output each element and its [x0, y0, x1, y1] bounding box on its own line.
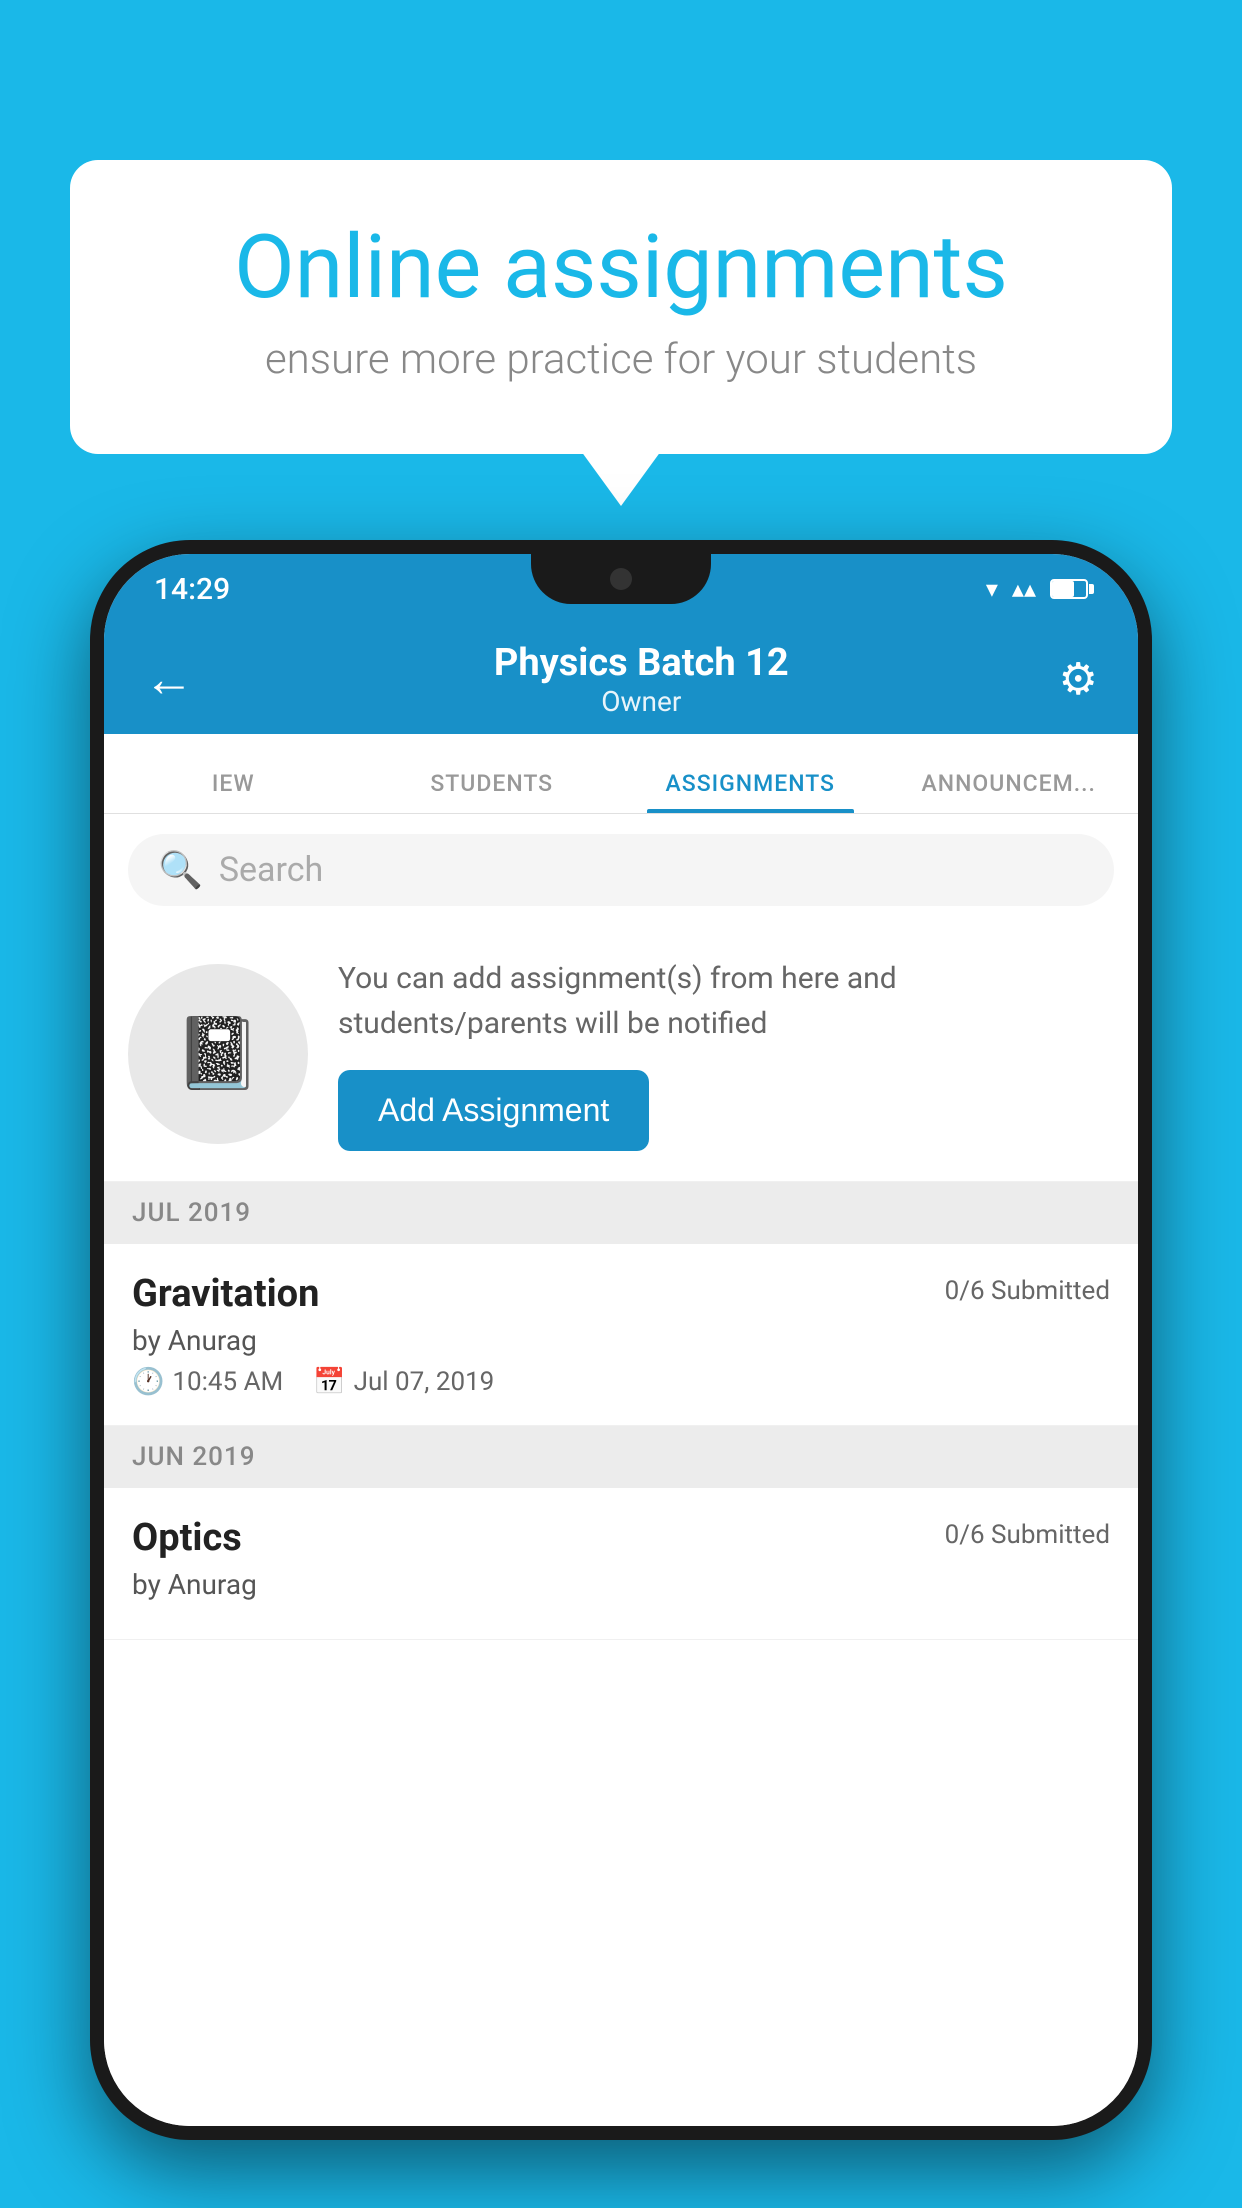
status-bar: 14:29 ▾ ▴▴ [104, 554, 1138, 624]
assignment-icon-circle: 📓 [128, 964, 308, 1144]
tab-students[interactable]: STUDENTS [363, 770, 622, 813]
tab-assignments[interactable]: ASSIGNMENTS [621, 770, 880, 813]
phone-screen: 14:29 ▾ ▴▴ ← Physics Batch 12 Owner ⚙ [104, 554, 1138, 2126]
assignment-submitted-optics: 0/6 Submitted [945, 1520, 1110, 1550]
phone-notch [531, 554, 711, 604]
speech-bubble-title: Online assignments [150, 220, 1092, 317]
assignment-item-header: Gravitation 0/6 Submitted [132, 1272, 1110, 1316]
phone-device: 14:29 ▾ ▴▴ ← Physics Batch 12 Owner ⚙ [90, 540, 1152, 2208]
status-icons: ▾ ▴▴ [986, 575, 1088, 603]
back-button[interactable]: ← [144, 650, 194, 709]
tabs-bar: IEW STUDENTS ASSIGNMENTS ANNOUNCEM... [104, 734, 1138, 814]
assignment-item-header-optics: Optics 0/6 Submitted [132, 1516, 1110, 1560]
assignment-name-optics: Optics [132, 1516, 242, 1560]
meta-date: 📅 Jul 07, 2019 [313, 1367, 494, 1397]
content-area: 🔍 Search 📓 You can add assignment(s) fro… [104, 814, 1138, 2126]
app-bar-title-area: Physics Batch 12 Owner [224, 641, 1059, 718]
search-bar[interactable]: 🔍 Search [128, 834, 1114, 906]
assignment-submitted: 0/6 Submitted [945, 1276, 1110, 1306]
app-bar-subtitle: Owner [224, 685, 1059, 718]
speech-bubble: Online assignments ensure more practice … [70, 160, 1172, 454]
settings-icon[interactable]: ⚙ [1059, 653, 1098, 705]
tab-announcements[interactable]: ANNOUNCEM... [880, 770, 1139, 813]
wifi-icon: ▾ [986, 575, 998, 603]
assignment-item-optics[interactable]: Optics 0/6 Submitted by Anurag [104, 1488, 1138, 1640]
battery-icon [1050, 579, 1088, 599]
clock-icon: 🕐 [132, 1367, 164, 1397]
assignment-by: by Anurag [132, 1324, 1110, 1357]
signal-icon: ▴▴ [1012, 575, 1036, 603]
add-assignment-button[interactable]: Add Assignment [338, 1070, 649, 1151]
assignment-card-text: You can add assignment(s) from here and … [338, 956, 1114, 1046]
add-assignment-card: 📓 You can add assignment(s) from here an… [104, 926, 1138, 1182]
assignment-by-optics: by Anurag [132, 1568, 1110, 1601]
front-camera [610, 568, 632, 590]
speech-bubble-container: Online assignments ensure more practice … [70, 160, 1172, 454]
speech-bubble-subtitle: ensure more practice for your students [150, 335, 1092, 384]
app-bar-title: Physics Batch 12 [224, 641, 1059, 685]
app-bar: ← Physics Batch 12 Owner ⚙ [104, 624, 1138, 734]
assignment-name: Gravitation [132, 1272, 319, 1316]
meta-time: 🕐 10:45 AM [132, 1367, 283, 1397]
calendar-icon: 📅 [313, 1367, 345, 1397]
assignment-item-gravitation[interactable]: Gravitation 0/6 Submitted by Anurag 🕐 10… [104, 1244, 1138, 1426]
month-header-jul: JUL 2019 [104, 1182, 1138, 1244]
tab-iew[interactable]: IEW [104, 770, 363, 813]
assignment-meta: 🕐 10:45 AM 📅 Jul 07, 2019 [132, 1367, 1110, 1397]
assignment-time: 10:45 AM [172, 1367, 283, 1397]
phone-outer-shell: 14:29 ▾ ▴▴ ← Physics Batch 12 Owner ⚙ [90, 540, 1152, 2140]
assignment-date: Jul 07, 2019 [354, 1367, 495, 1397]
search-bar-container: 🔍 Search [104, 814, 1138, 926]
status-time: 14:29 [154, 572, 230, 607]
notebook-icon: 📓 [174, 1013, 261, 1095]
month-header-jun: JUN 2019 [104, 1426, 1138, 1488]
search-placeholder: Search [219, 850, 323, 890]
assignment-card-right: You can add assignment(s) from here and … [338, 956, 1114, 1151]
search-icon: 🔍 [158, 849, 203, 891]
